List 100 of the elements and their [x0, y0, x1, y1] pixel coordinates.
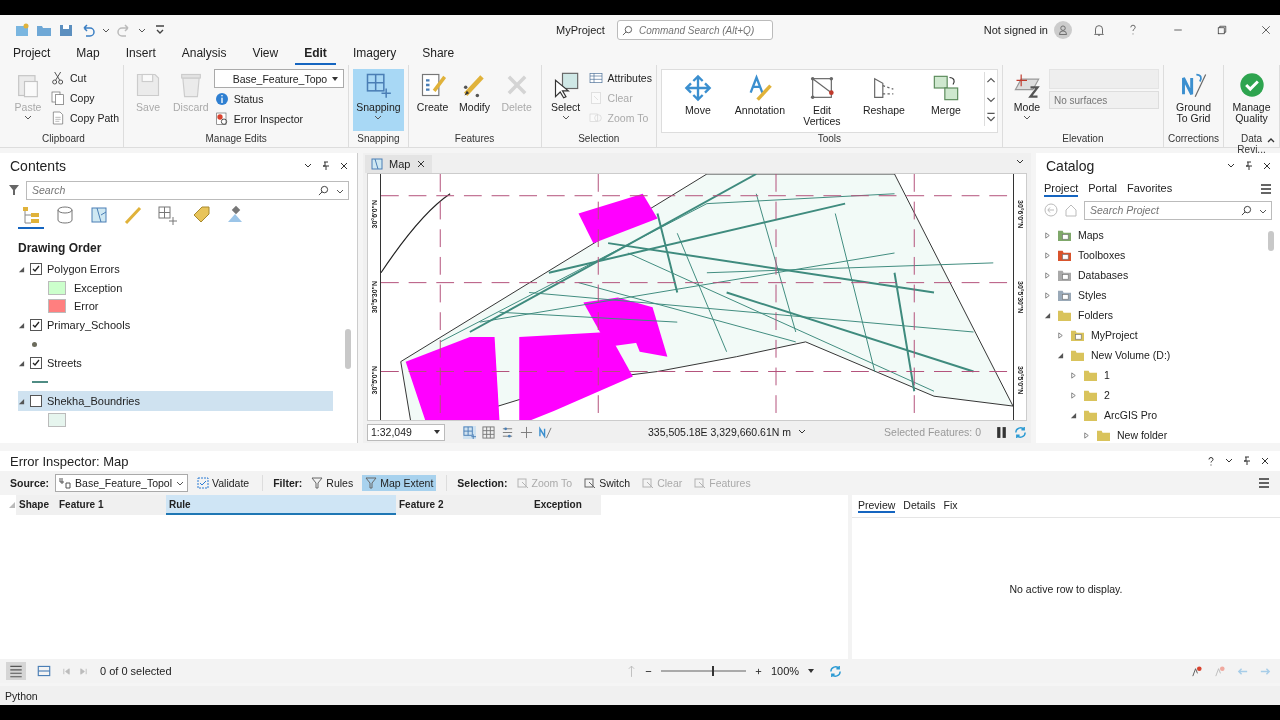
- north-correction-icon[interactable]: [539, 425, 552, 439]
- layer-checkbox[interactable]: [30, 395, 42, 407]
- ribbon-tool[interactable]: Status: [213, 90, 345, 108]
- ribbon-button[interactable]: Move: [667, 72, 728, 118]
- table-view-icon[interactable]: [6, 662, 26, 680]
- catalog-tab[interactable]: Portal: [1088, 181, 1117, 197]
- layer-row[interactable]: Primary_Schools: [18, 315, 333, 335]
- catalog-tab[interactable]: Favorites: [1127, 181, 1173, 197]
- crosshair-icon[interactable]: [520, 425, 533, 439]
- close-icon[interactable]: [416, 158, 427, 169]
- layer-checkbox[interactable]: [30, 263, 42, 275]
- layer-row[interactable]: Polygon Errors: [18, 259, 333, 279]
- catalog-item[interactable]: Styles: [1036, 285, 1280, 305]
- ribbon-tool[interactable]: Copy: [50, 89, 120, 107]
- catalog-item[interactable]: New folder: [1036, 425, 1280, 443]
- ribbon-tool[interactable]: Cut: [50, 69, 120, 87]
- catalog-item[interactable]: Databases: [1036, 265, 1280, 285]
- expander-icon[interactable]: [18, 397, 25, 405]
- ribbon-tab[interactable]: Insert: [116, 46, 165, 65]
- notification-bell-icon[interactable]: [1092, 23, 1106, 37]
- ribbon-button[interactable]: Modify: [454, 69, 495, 115]
- zoom-slider[interactable]: [661, 665, 746, 677]
- menu-icon[interactable]: [1258, 477, 1270, 489]
- catalog-item[interactable]: Folders: [1036, 305, 1280, 325]
- ribbon-button[interactable]: Annotation: [729, 72, 790, 118]
- close-icon[interactable]: [1262, 161, 1272, 171]
- plus-icon[interactable]: [754, 666, 763, 676]
- grid-snap-icon[interactable]: [463, 425, 476, 439]
- caret-icon[interactable]: [102, 26, 110, 34]
- topology-dropdown[interactable]: Base_Feature_Topo: [213, 69, 345, 88]
- ribbon-tab[interactable]: View: [243, 46, 288, 65]
- ribbon-button[interactable]: Edit Vertices: [791, 72, 852, 130]
- column-header[interactable]: Shape: [16, 495, 56, 515]
- expander-icon[interactable]: [18, 265, 25, 273]
- close-icon[interactable]: [1260, 24, 1272, 36]
- ribbon-tab[interactable]: Imagery: [343, 46, 406, 65]
- close-icon[interactable]: [1260, 456, 1270, 466]
- ribbon-tab[interactable]: Share: [413, 46, 464, 65]
- source-dropdown[interactable]: Base_Feature_Topol: [55, 474, 188, 492]
- detail-tab[interactable]: Details: [903, 499, 936, 513]
- sign-in-status[interactable]: Not signed in: [983, 24, 1048, 36]
- catalog-item[interactable]: 2: [1036, 385, 1280, 405]
- grid-icon[interactable]: [482, 425, 495, 439]
- expander-icon[interactable]: [1044, 251, 1051, 259]
- pin-icon[interactable]: [1242, 456, 1252, 466]
- expander-icon[interactable]: [18, 359, 25, 367]
- constraints-icon[interactable]: [501, 425, 514, 439]
- refresh-icon[interactable]: [1014, 425, 1027, 439]
- expander-icon[interactable]: [18, 321, 25, 329]
- ribbon-tab[interactable]: Map: [67, 46, 109, 65]
- layer-row[interactable]: Shekha_Boundries: [18, 391, 333, 411]
- expander-icon[interactable]: [1044, 291, 1051, 299]
- ribbon-tool[interactable]: Error Inspector: [213, 110, 345, 128]
- layer-checkbox[interactable]: [30, 357, 42, 369]
- expander-icon[interactable]: [1083, 431, 1090, 439]
- ribbon-button[interactable]: Ground To Grid: [1167, 69, 1220, 127]
- expander-icon[interactable]: [1044, 231, 1051, 239]
- expander-icon[interactable]: [1044, 271, 1051, 279]
- column-header[interactable]: Feature 2: [396, 495, 531, 515]
- catalog-item[interactable]: Maps: [1036, 225, 1280, 245]
- error-marker-icon[interactable]: [1190, 664, 1203, 678]
- view-tab[interactable]: [18, 205, 44, 229]
- expander-icon[interactable]: [1070, 371, 1077, 379]
- expander-icon[interactable]: [1057, 331, 1064, 339]
- zoom-dropdown[interactable]: 100%: [771, 665, 821, 677]
- map-tab[interactable]: Map: [365, 154, 433, 173]
- pause-icon[interactable]: [995, 425, 1008, 439]
- caret-icon[interactable]: [138, 26, 146, 34]
- catalog-item[interactable]: ArcGIS Pro: [1036, 405, 1280, 425]
- expander-icon[interactable]: [1070, 411, 1077, 419]
- ribbon-button[interactable]: Reshape: [853, 72, 914, 118]
- expander-icon[interactable]: [1070, 391, 1077, 399]
- ribbon-button[interactable]: Create: [412, 69, 453, 115]
- column-header[interactable]: Exception: [531, 495, 601, 515]
- search-field[interactable]: Search Project: [1084, 200, 1272, 220]
- expander-icon[interactable]: [1057, 351, 1064, 359]
- validate-button[interactable]: Validate: [194, 475, 253, 491]
- selection-tool[interactable]: Switch: [581, 475, 634, 491]
- python-tab[interactable]: Python: [5, 689, 38, 702]
- ribbon-button[interactable]: Select: [545, 69, 586, 123]
- ribbon-button[interactable]: Mode: [1006, 69, 1047, 123]
- refresh-icon[interactable]: [829, 664, 842, 678]
- command-search-field[interactable]: Command Search (Alt+Q): [616, 20, 773, 40]
- restore-icon[interactable]: [1216, 24, 1228, 36]
- catalog-item[interactable]: MyProject: [1036, 325, 1280, 345]
- layer-checkbox[interactable]: [30, 319, 42, 331]
- menu-icon[interactable]: [1260, 183, 1272, 195]
- pin-icon[interactable]: [1244, 161, 1254, 171]
- ribbon-button[interactable]: Snapping: [353, 69, 404, 131]
- filter-icon[interactable]: [8, 184, 20, 196]
- ribbon-tab[interactable]: Analysis: [172, 46, 236, 65]
- filter-toggle[interactable]: Map Extent: [362, 475, 437, 491]
- layer-row[interactable]: Streets: [18, 353, 333, 373]
- ribbon-button[interactable]: Merge: [915, 72, 976, 118]
- expander-icon[interactable]: [1044, 311, 1051, 319]
- close-icon[interactable]: [339, 161, 349, 171]
- pin-icon[interactable]: [321, 161, 331, 171]
- scale-dropdown[interactable]: 1:32,049: [367, 423, 445, 441]
- catalog-item[interactable]: New Volume (D:): [1036, 345, 1280, 365]
- catalog-item[interactable]: 1: [1036, 365, 1280, 385]
